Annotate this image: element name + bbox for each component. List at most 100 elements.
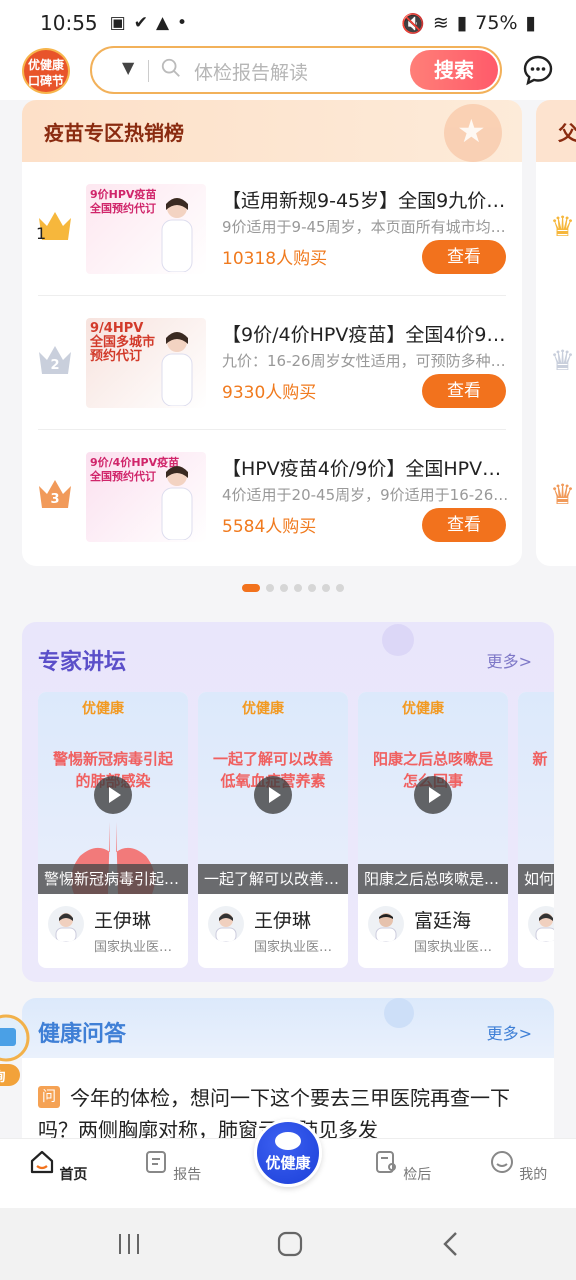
product-title[interactable]: 【HPV疫苗4价/9价】全国HPV疫苗预约 xyxy=(222,454,512,481)
brand-logo[interactable]: 优健康口碑节 xyxy=(22,48,70,94)
report-icon xyxy=(145,1151,166,1173)
product-thumbnail[interactable]: 9价HPV疫苗 全国预约代订 xyxy=(86,184,206,274)
video-thumbnail[interactable]: 优健康 一起了解可以改善低氧血症营养素 一起了解可以改善低氧血症营养素 xyxy=(198,692,348,894)
expert-forum-section: 专家讲坛 更多> 优健康 警惕新冠病毒引起的肺部感染 警惕新冠病毒引起的肺部感染… xyxy=(22,622,554,982)
pager-dot[interactable] xyxy=(280,584,288,592)
pager-dot[interactable] xyxy=(308,584,316,592)
video-caption: 阳康之后总咳嗽是怎么回事 xyxy=(358,864,508,894)
video-card[interactable]: 优健康 阳康之后总咳嗽是怎么回事 阳康之后总咳嗽是怎么回事 富廷海 国家执业医师… xyxy=(358,692,508,968)
list-item[interactable]: 2 9/4HPV 全国多城市 预约代订 【9价/4价HPV疫苗】全国4价9价预约… xyxy=(22,296,522,430)
thumbnail-text: 9价HPV疫苗 全国预约代订 xyxy=(90,188,157,215)
home-icon xyxy=(30,1150,53,1174)
chevron-down-icon[interactable]: ▼ xyxy=(122,58,134,77)
purchase-count: 10318人购买 xyxy=(222,249,328,269)
app-header: 优健康口碑节 ▼ 体检报告解读 搜索 xyxy=(0,46,576,100)
star-badge-icon xyxy=(444,104,502,162)
pager-dot[interactable] xyxy=(322,584,330,592)
nav-report[interactable]: 报告 xyxy=(142,1149,202,1184)
video-brand: 优健康 xyxy=(82,701,124,717)
play-icon[interactable] xyxy=(94,776,132,814)
video-thumbnail[interactable]: 优健康 警惕新冠病毒引起的肺部感染 警惕新冠病毒引起的肺部感染 xyxy=(38,692,188,894)
message-icon[interactable] xyxy=(522,54,554,86)
video-brand: 优健康 xyxy=(242,701,284,717)
status-system-icons: 🔇 ≋ ▮ 75% ▮ xyxy=(401,12,536,35)
doctor-title: 国家执业医师资格 xyxy=(94,940,184,955)
rank-number: 3 xyxy=(50,492,60,507)
battery-percent: 75% xyxy=(475,12,518,34)
product-title[interactable]: 【9价/4价HPV疫苗】全国4价9价预约 xyxy=(222,320,512,347)
search-divider xyxy=(148,60,149,82)
silver-crown-icon: ♛ xyxy=(550,344,576,377)
consult-float-button[interactable]: 询 xyxy=(0,1004,30,1088)
thumbnail-text: 9/4HPV 全国多城市 预约代订 xyxy=(90,321,156,364)
bottom-nav: 首页 报告 优健康 检后 我的 xyxy=(0,1119,576,1208)
video-caption: 警惕新冠病毒引起的肺部感染 xyxy=(38,864,188,894)
product-thumbnail[interactable]: 9价/4价HPV疫苗 全国预约代订 xyxy=(86,452,206,542)
view-button[interactable]: 查看 xyxy=(422,508,506,542)
pager-dot[interactable] xyxy=(294,584,302,592)
recent-apps-icon[interactable] xyxy=(116,1232,142,1256)
more-link[interactable]: 更多> xyxy=(487,1020,532,1044)
nav-label: 首页 xyxy=(59,1167,88,1183)
battery-icon: ▮ xyxy=(525,12,536,34)
status-notification-icons: ▣ ✔ ▲ • xyxy=(110,13,187,33)
list-item[interactable]: 3 9价/4价HPV疫苗 全国预约代订 【HPV疫苗4价/9价】全国HPV疫苗预… xyxy=(22,430,522,564)
play-icon[interactable] xyxy=(414,776,452,814)
nav-label: 报告 xyxy=(173,1167,202,1183)
rank-number: 1 xyxy=(36,224,47,243)
view-button[interactable]: 查看 xyxy=(422,374,506,408)
search-button[interactable]: 搜索 xyxy=(410,50,498,90)
section-title: 健康问答 xyxy=(38,1022,127,1047)
back-icon[interactable] xyxy=(440,1230,460,1258)
decor-bubble xyxy=(382,624,414,656)
nav-center-brand-button[interactable]: 优健康 xyxy=(254,1119,322,1187)
next-card-title: 父 xyxy=(536,100,576,162)
search-input[interactable]: 体检报告解读 xyxy=(194,58,308,85)
purchase-count: 9330人购买 xyxy=(222,383,317,403)
nav-after-check[interactable]: 检后 xyxy=(372,1149,432,1184)
product-title[interactable]: 【适用新规9-45岁】全国9九价HPV疫苗 xyxy=(222,186,512,213)
video-caption: 一起了解可以改善低氧血症营养素 xyxy=(198,864,348,894)
doctor-name: 王伊琳 xyxy=(94,910,152,932)
home-button-icon[interactable] xyxy=(276,1230,304,1258)
nurse-image xyxy=(161,332,193,406)
video-card[interactable]: 优健康 警惕新冠病毒引起的肺部感染 警惕新冠病毒引起的肺部感染 王伊琳 国家执业… xyxy=(38,692,188,968)
view-button[interactable]: 查看 xyxy=(422,240,506,274)
carousel-pager xyxy=(242,584,344,592)
search-icon xyxy=(161,58,180,77)
doctor-name: 王伊琳 xyxy=(254,910,312,932)
signal-icon: ▮ xyxy=(456,12,468,34)
video-thumbnail[interactable]: 优健康 阳康之后总咳嗽是怎么回事 阳康之后总咳嗽是怎么回事 xyxy=(358,692,508,894)
gallery-icon: ▣ xyxy=(109,13,126,33)
consult-label: 询 xyxy=(0,1066,14,1085)
product-thumbnail[interactable]: 9/4HPV 全国多城市 预约代订 xyxy=(86,318,206,408)
more-link[interactable]: 更多> xyxy=(487,648,532,672)
pager-dot[interactable] xyxy=(266,584,274,592)
nav-label: 我的 xyxy=(519,1167,548,1183)
pager-dot[interactable] xyxy=(242,584,260,592)
play-icon[interactable] xyxy=(254,776,292,814)
pager-dot[interactable] xyxy=(336,584,344,592)
video-thumbnail[interactable]: 新 如何 xyxy=(518,692,554,894)
decor-bubble xyxy=(384,998,414,1028)
nav-home[interactable]: 首页 xyxy=(28,1149,88,1184)
hot-list-header: 疫苗专区热销榜 xyxy=(22,100,522,162)
search-bar[interactable]: ▼ 体检报告解读 搜索 xyxy=(90,46,502,94)
status-bar: 10:55 ▣ ✔ ▲ • 🔇 ≋ ▮ 75% ▮ xyxy=(0,0,576,46)
next-hot-list-card[interactable]: 父 ♛ ♛ ♛ xyxy=(536,100,576,566)
smile-icon xyxy=(490,1151,513,1173)
chat-bubble-icon xyxy=(275,1132,301,1150)
nurse-image xyxy=(161,198,193,272)
section-title: 专家讲坛 xyxy=(38,650,127,675)
dot-icon: • xyxy=(177,13,188,33)
warning-icon: ▲ xyxy=(155,13,170,33)
wifi-icon: ≋ xyxy=(432,12,449,34)
video-card[interactable]: 新 如何 xyxy=(518,692,554,968)
gold-crown-icon: ♛ xyxy=(550,210,576,243)
nav-mine[interactable]: 我的 xyxy=(488,1149,548,1184)
check-icon: ✔ xyxy=(133,13,148,33)
list-item[interactable]: 1 9价HPV疫苗 全国预约代订 【适用新规9-45岁】全国9九价HPV疫苗 9… xyxy=(22,162,522,296)
hot-list-title: 疫苗专区热销榜 xyxy=(44,120,184,145)
video-card[interactable]: 优健康 一起了解可以改善低氧血症营养素 一起了解可以改善低氧血症营养素 王伊琳 … xyxy=(198,692,348,968)
avatar xyxy=(48,906,84,942)
